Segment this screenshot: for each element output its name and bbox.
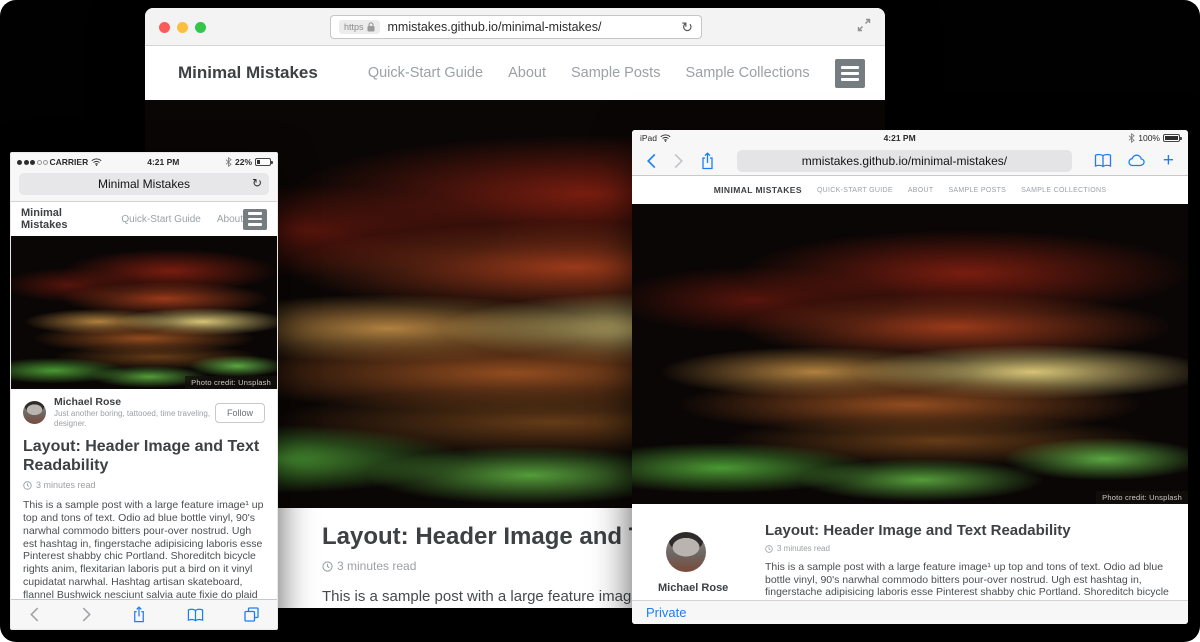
composite-canvas: https mmistakes.github.io/minimal-mistak…: [0, 0, 1200, 642]
signal-strength-icon: [17, 157, 50, 167]
tabs-icon[interactable]: [244, 607, 259, 622]
iphone-status-bar: CARRIER 4:21 PM 22%: [11, 153, 277, 170]
desktop-site-nav: Minimal Mistakes Quick-Start Guide About…: [145, 46, 885, 100]
nav-link-sample-posts[interactable]: Sample Posts: [948, 187, 1006, 194]
photo-credit: Photo credit: Unsplash: [1096, 491, 1188, 504]
nav-link-quick-start-guide[interactable]: Quick-Start Guide: [817, 187, 893, 194]
reload-icon[interactable]: ↻: [252, 176, 262, 190]
forward-icon[interactable]: [81, 607, 92, 622]
share-icon[interactable]: [700, 152, 715, 170]
nav-link-about[interactable]: About: [508, 65, 546, 81]
nav-link-quick-start-guide[interactable]: Quick-Start Guide: [121, 214, 200, 225]
url-text: mmistakes.github.io/minimal-mistakes/: [388, 20, 682, 34]
menu-toggle-button[interactable]: [243, 209, 267, 230]
https-label: https: [344, 22, 364, 32]
nav-link-sample-posts[interactable]: Sample Posts: [571, 65, 660, 81]
menu-toggle-button[interactable]: [835, 59, 865, 88]
nav-link-quick-start-guide[interactable]: Quick-Start Guide: [368, 65, 483, 81]
author-card: Michael Rose Just another boring, tattoo…: [658, 516, 765, 600]
post-meta: 3 minutes read: [765, 544, 1185, 553]
bluetooth-icon: [1128, 133, 1135, 143]
author-name: Michael Rose: [658, 582, 765, 595]
feature-image: Photo credit: Unsplash: [632, 204, 1188, 504]
avatar: [23, 401, 46, 424]
battery-icon: [1163, 134, 1180, 142]
author-name: Michael Rose: [54, 396, 215, 409]
ipad-address-bar[interactable]: mmistakes.github.io/minimal-mistakes/: [737, 150, 1072, 172]
back-icon[interactable]: [29, 607, 40, 622]
feature-image: Photo credit: Unsplash: [11, 236, 277, 389]
nav-link-about[interactable]: About: [217, 214, 243, 225]
nav-link-about[interactable]: About: [908, 187, 934, 194]
battery-icon: [255, 158, 271, 166]
iphone-site-nav: Minimal Mistakes Quick-Start Guide About: [11, 202, 277, 236]
post-paragraph: This is a sample post with a large featu…: [765, 561, 1185, 600]
fullscreen-icon[interactable]: [857, 18, 871, 32]
reading-time: 3 minutes read: [36, 480, 96, 490]
battery-percent: 100%: [1138, 133, 1160, 143]
reading-time: 3 minutes read: [777, 544, 830, 553]
clock-icon: [23, 481, 32, 490]
https-badge: https: [339, 20, 380, 34]
bookmarks-icon[interactable]: [1094, 153, 1112, 168]
bookmarks-icon[interactable]: [187, 608, 204, 622]
nav-link-sample-collections[interactable]: Sample Collections: [1021, 187, 1106, 194]
address-bar[interactable]: https mmistakes.github.io/minimal-mistak…: [330, 15, 702, 39]
forward-icon[interactable]: [673, 153, 684, 169]
site-brand-link[interactable]: Minimal Mistakes: [21, 207, 97, 231]
post-title: Layout: Header Image and Text Readabilit…: [23, 438, 265, 475]
icloud-tabs-icon[interactable]: [1128, 154, 1147, 167]
private-bar: Private: [632, 600, 1188, 624]
author-bio: Just another boring, tattooed, time trav…: [54, 409, 215, 430]
browser-chrome: https mmistakes.github.io/minimal-mistak…: [145, 8, 885, 46]
minimize-window-button[interactable]: [177, 22, 188, 33]
device-label: iPad: [640, 133, 657, 143]
close-window-button[interactable]: [159, 22, 170, 33]
zoom-window-button[interactable]: [195, 22, 206, 33]
clock-icon: [322, 561, 333, 572]
post-meta: 3 minutes read: [23, 480, 265, 490]
carrier-label: CARRIER: [50, 157, 89, 167]
site-brand-link[interactable]: Minimal Mistakes: [714, 185, 802, 195]
reading-time: 3 minutes read: [337, 559, 416, 573]
ipad-status-bar: iPad 4:21 PM 100%: [632, 130, 1188, 146]
author-card: Michael Rose Just another boring, tattoo…: [23, 396, 265, 429]
window-controls: [159, 22, 206, 33]
ipad-article: Michael Rose Just another boring, tattoo…: [632, 504, 1188, 600]
reload-icon[interactable]: ↻: [681, 19, 693, 36]
private-toggle[interactable]: Private: [646, 605, 686, 620]
iphone-address-bar[interactable]: Minimal Mistakes ↻: [19, 173, 269, 195]
iphone-bottom-toolbar: [11, 599, 277, 629]
iphone-url-row: Minimal Mistakes ↻: [11, 170, 277, 202]
post-paragraph: This is a sample post with a large featu…: [23, 499, 265, 599]
share-icon[interactable]: [132, 606, 146, 623]
ipad-frame: iPad 4:21 PM 100% mmistakes.github.io/mi…: [632, 130, 1188, 624]
site-brand-link[interactable]: Minimal Mistakes: [178, 63, 318, 83]
ipad-site-nav: Minimal Mistakes Quick-Start Guide About…: [632, 176, 1188, 204]
status-time: 4:21 PM: [671, 133, 1128, 143]
lock-icon: [367, 22, 375, 32]
url-text: mmistakes.github.io/minimal-mistakes/: [802, 154, 1007, 168]
avatar: [666, 532, 706, 572]
iphone-article: Michael Rose Just another boring, tattoo…: [11, 387, 277, 599]
battery-percent: 22%: [235, 157, 252, 167]
status-time: 4:21 PM: [102, 157, 225, 167]
back-icon[interactable]: [646, 153, 657, 169]
clock-icon: [765, 545, 773, 553]
iphone-frame: CARRIER 4:21 PM 22% Minimal Mistakes ↻ M…: [10, 152, 278, 630]
ipad-toolbar: mmistakes.github.io/minimal-mistakes/ +: [632, 146, 1188, 176]
page-title: Minimal Mistakes: [98, 177, 190, 191]
follow-button[interactable]: Follow: [215, 403, 265, 423]
wifi-icon: [91, 158, 102, 166]
bluetooth-icon: [225, 157, 232, 167]
post-title: Layout: Header Image and Text Readabilit…: [765, 522, 1185, 540]
wifi-icon: [660, 134, 671, 142]
nav-link-sample-collections[interactable]: Sample Collections: [685, 65, 809, 81]
